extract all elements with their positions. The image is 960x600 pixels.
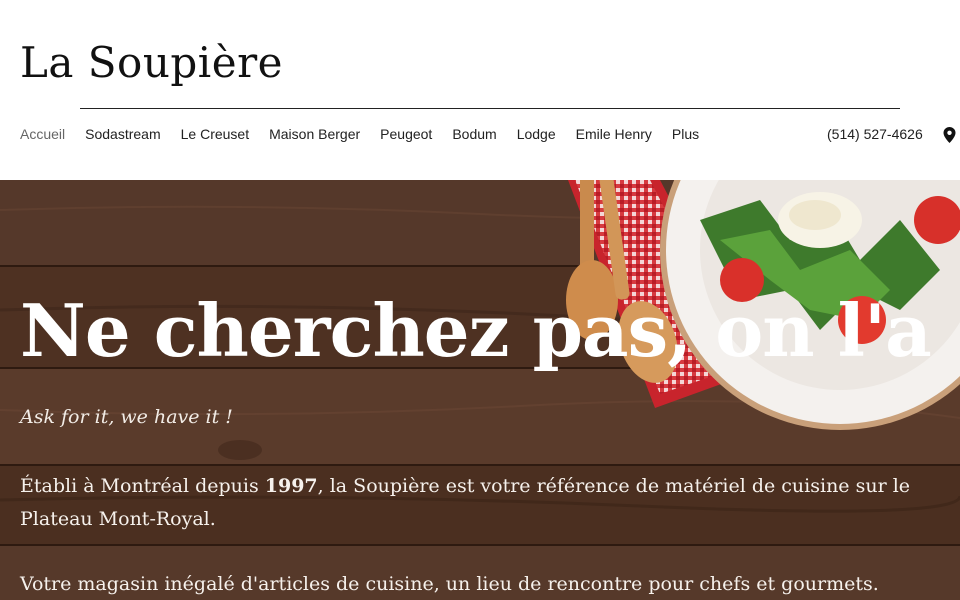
hero-intro-paragraph: Établi à Montréal depuis 1997, la Soupiè… [20, 470, 920, 536]
nav-item-plus[interactable]: Plus [672, 126, 699, 142]
nav-item-accueil[interactable]: Accueil [20, 126, 65, 142]
site-logo[interactable]: La Soupière [20, 38, 283, 87]
hero-background-image [0, 180, 960, 600]
nav-item-bodum[interactable]: Bodum [452, 126, 496, 142]
hero-banner: Ne cherchez pas, on l'a ! Ask for it, we… [0, 180, 960, 600]
nav-item-maison-berger[interactable]: Maison Berger [269, 126, 360, 142]
site-header: La Soupière Accueil Sodastream Le Creuse… [0, 0, 960, 180]
hero-second-paragraph: Votre magasin inégalé d'articles de cuis… [20, 573, 879, 595]
hero-title: Ne cherchez pas, on l'a ! [20, 288, 960, 373]
nav-item-sodastream[interactable]: Sodastream [85, 126, 160, 142]
header-divider [80, 108, 900, 109]
main-nav: Accueil Sodastream Le Creuset Maison Ber… [20, 126, 699, 142]
intro-text-start: Établi à Montréal depuis [20, 475, 265, 497]
founding-year: 1997 [264, 475, 318, 497]
nav-item-lodge[interactable]: Lodge [517, 126, 556, 142]
hero-tagline: Ask for it, we have it ! [20, 406, 233, 428]
nav-item-emile-henry[interactable]: Emile Henry [576, 126, 652, 142]
phone-number[interactable]: (514) 527-4626 [827, 126, 923, 142]
nav-item-peugeot[interactable]: Peugeot [380, 126, 432, 142]
map-pin-icon[interactable] [943, 127, 956, 143]
nav-item-le-creuset[interactable]: Le Creuset [181, 126, 249, 142]
